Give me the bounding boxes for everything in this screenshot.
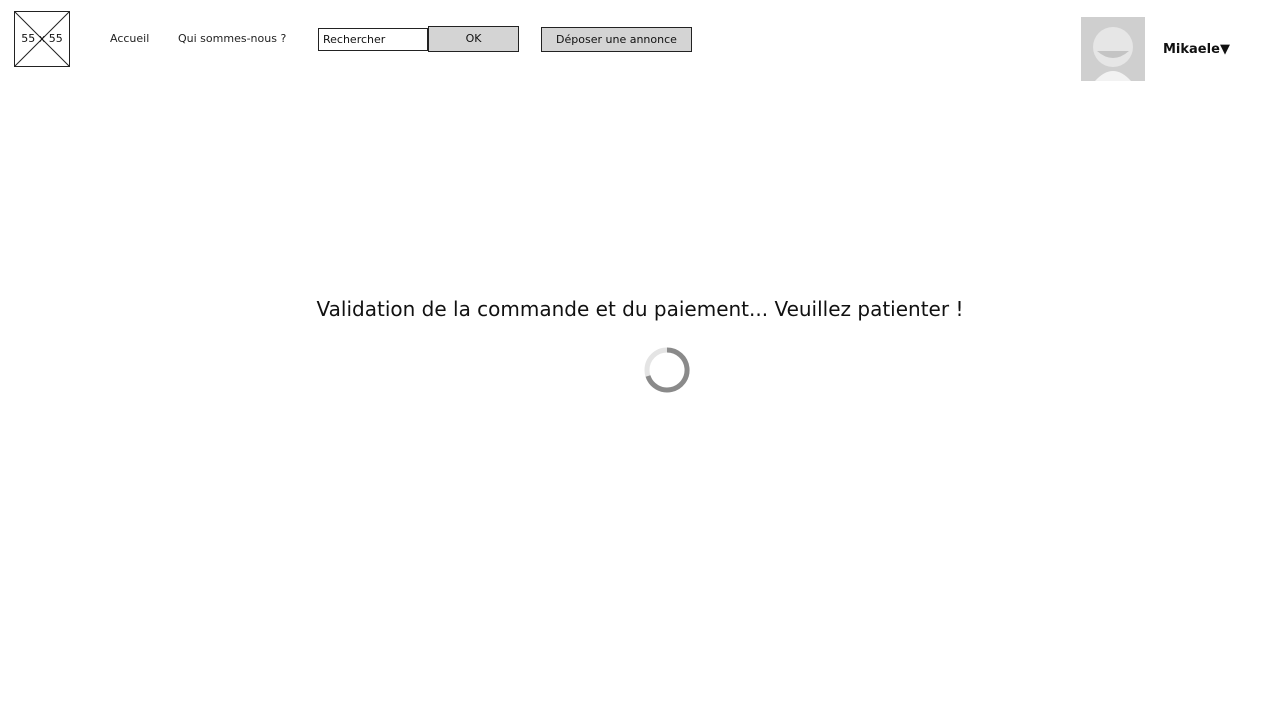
triangle-down-icon[interactable]: ▼ — [1220, 42, 1230, 57]
post-ad-button[interactable]: Déposer une annonce — [541, 27, 692, 52]
user-name[interactable]: Mikaele — [1163, 42, 1220, 57]
status-message: Validation de la commande et du paiement… — [316, 297, 964, 321]
logo-placeholder[interactable]: 55 x 55 — [14, 11, 70, 67]
user-avatar-icon — [1093, 27, 1133, 81]
search-input[interactable] — [318, 28, 428, 51]
logo-placeholder-label: 55 x 55 — [21, 32, 63, 45]
spinner-icon — [644, 347, 690, 393]
avatar[interactable] — [1081, 17, 1145, 81]
search-submit-button[interactable]: OK — [428, 26, 519, 52]
nav-link-home[interactable]: Accueil — [110, 32, 149, 45]
nav-link-about[interactable]: Qui sommes-nous ? — [178, 32, 286, 45]
